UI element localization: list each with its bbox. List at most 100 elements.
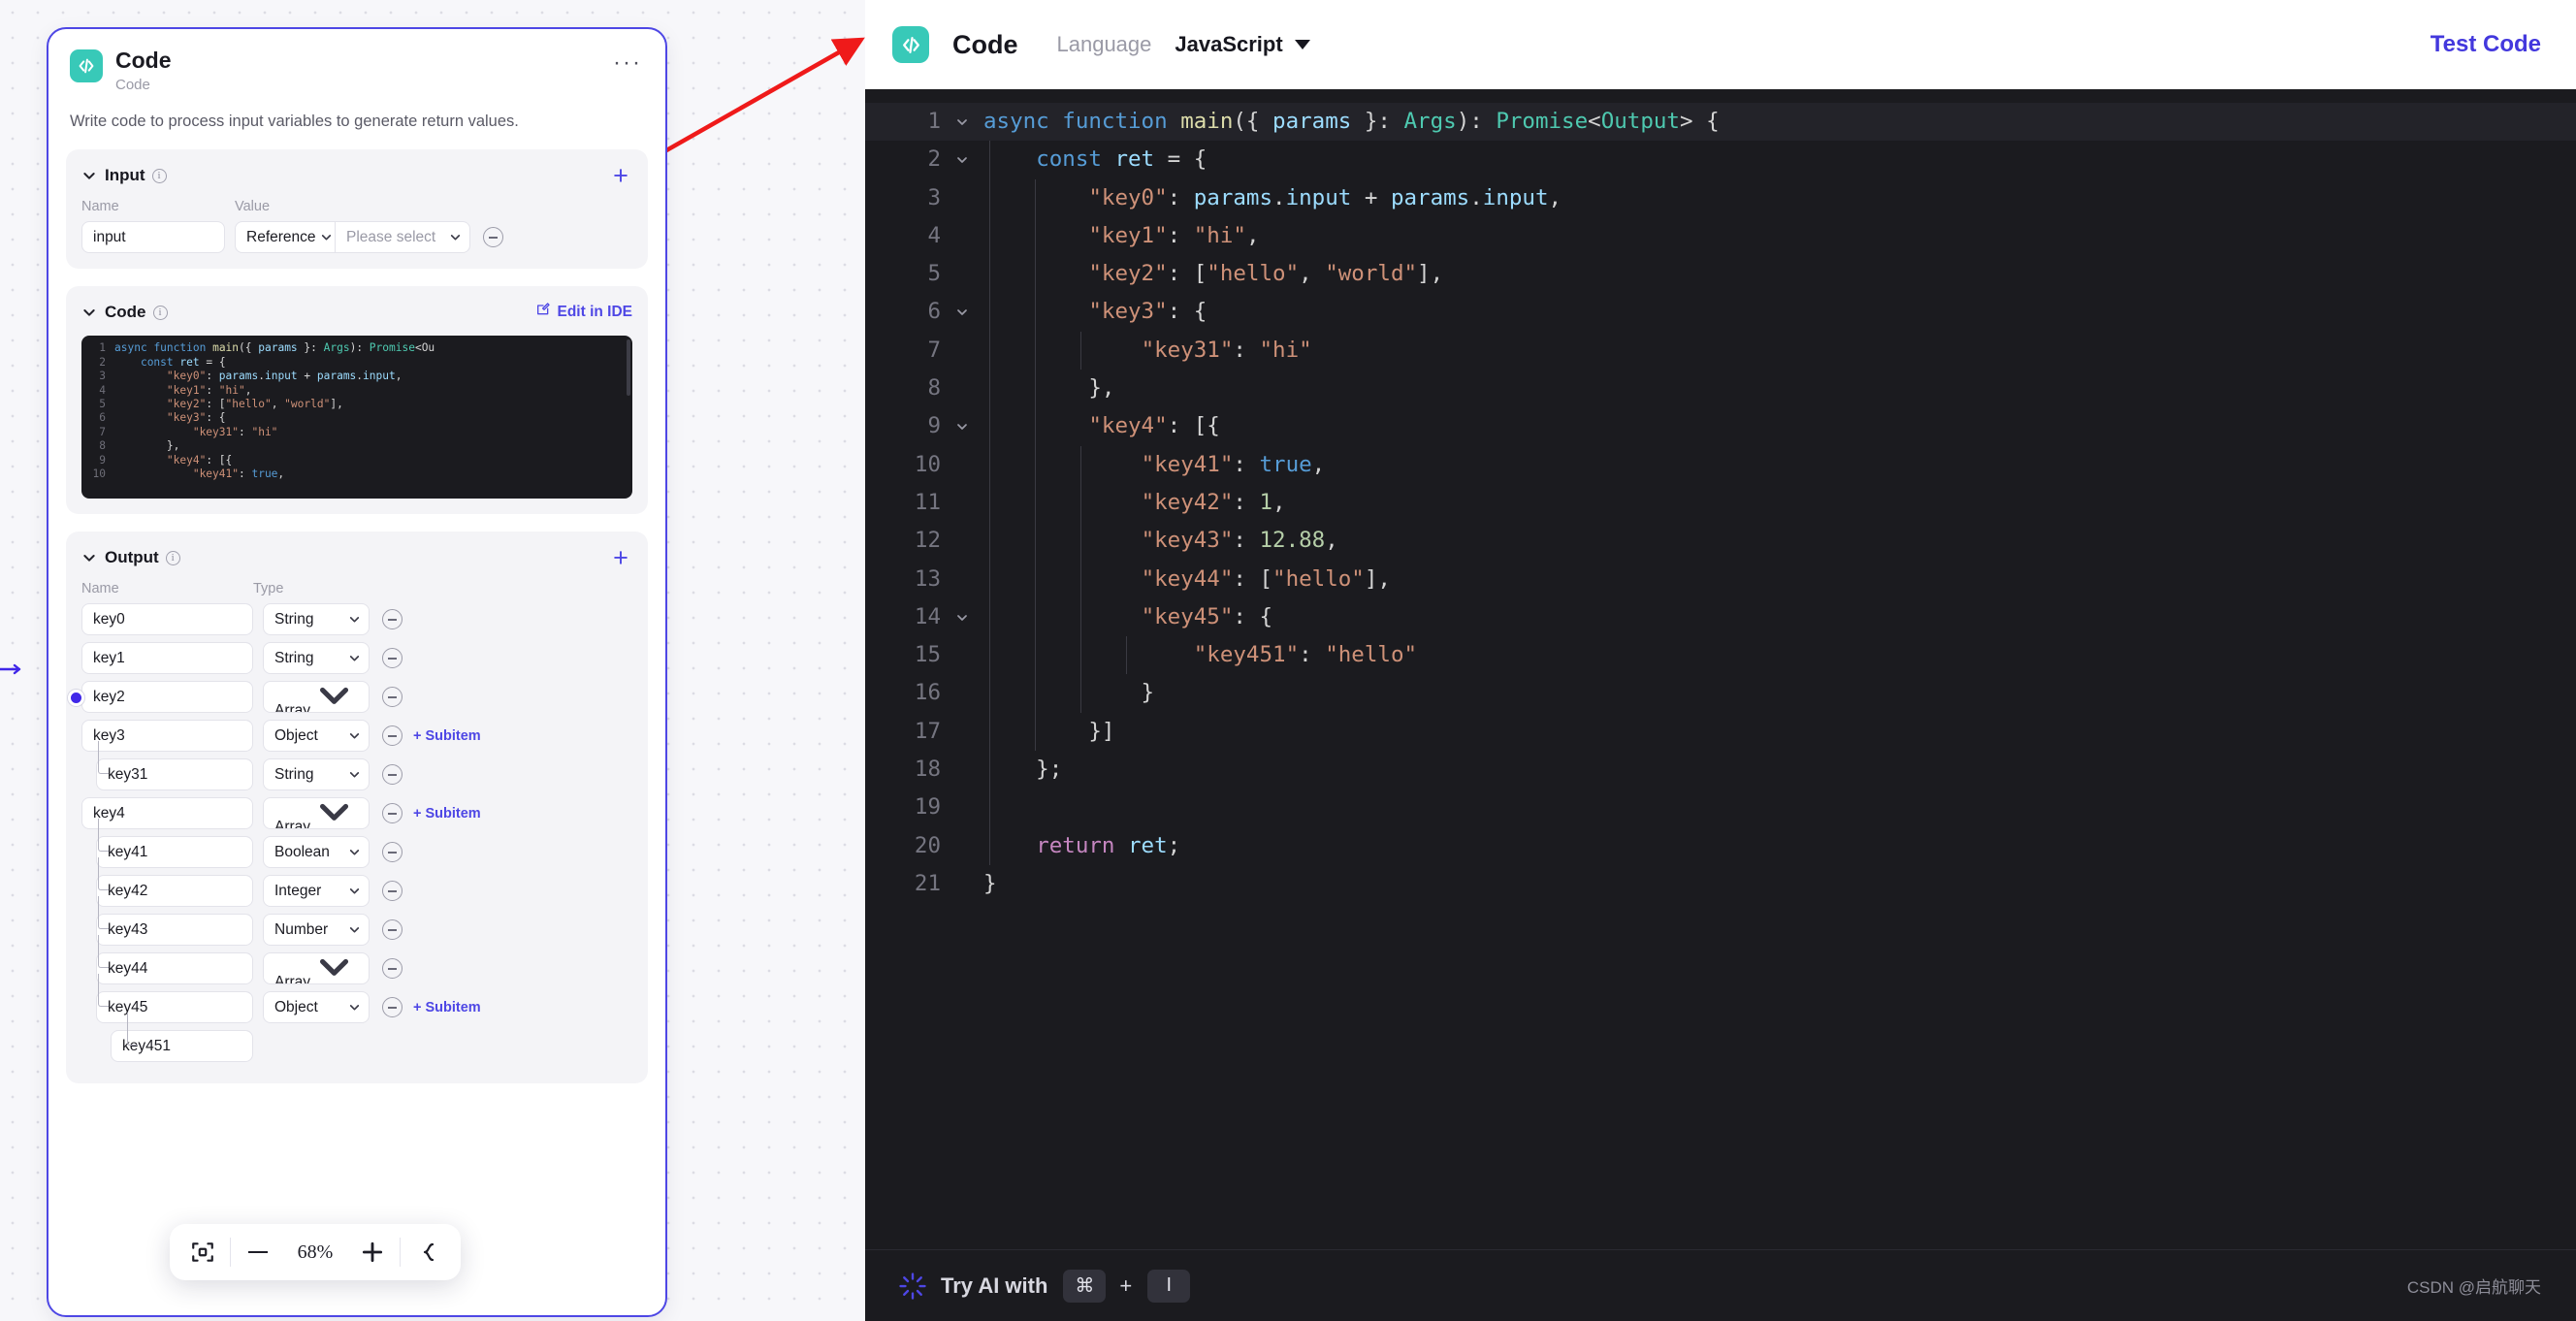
code-line[interactable]: 1 async function main({ params }: Args): … bbox=[865, 103, 2576, 142]
mini-code-scrollbar[interactable] bbox=[627, 339, 630, 397]
code-line[interactable]: 2 const ret = { bbox=[865, 141, 2576, 179]
output-name-field[interactable]: key42 bbox=[96, 875, 253, 908]
remove-output-button[interactable] bbox=[382, 997, 402, 1018]
code-line[interactable]: 8 }, bbox=[865, 370, 2576, 408]
code-line[interactable]: 20 return ret; bbox=[865, 826, 2576, 865]
code-line[interactable]: 6 "key3": { bbox=[865, 293, 2576, 332]
code-line[interactable]: 17 }] bbox=[865, 712, 2576, 752]
zoom-out-button[interactable] bbox=[231, 1224, 285, 1280]
input-value-select[interactable]: Please select bbox=[336, 221, 470, 254]
zoom-in-button[interactable] bbox=[345, 1224, 400, 1280]
output-type-select[interactable]: Integer bbox=[263, 875, 370, 908]
chevron-down-icon[interactable] bbox=[81, 168, 97, 183]
code-line[interactable]: 19 bbox=[865, 789, 2576, 827]
test-code-button[interactable]: Test Code bbox=[2431, 31, 2541, 58]
output-name-field[interactable]: key41 bbox=[96, 836, 253, 869]
output-type-select[interactable]: String bbox=[263, 642, 370, 675]
fit-screen-icon[interactable] bbox=[176, 1224, 230, 1280]
code-line[interactable]: 7 "key31": "hi" bbox=[865, 331, 2576, 371]
fold-chevron-icon[interactable] bbox=[941, 789, 983, 826]
output-type-select[interactable]: Array bbox=[263, 952, 370, 985]
output-name-field[interactable]: key2 bbox=[81, 681, 253, 714]
code-line[interactable]: 14 "key45": { bbox=[865, 597, 2576, 637]
chevron-down-icon[interactable] bbox=[81, 305, 97, 320]
output-type-select[interactable]: Array bbox=[263, 681, 370, 714]
output-name-field[interactable]: key45 bbox=[96, 991, 253, 1024]
add-subitem-button[interactable]: + Subitem bbox=[413, 1000, 481, 1015]
language-select[interactable]: JavaScript bbox=[1175, 32, 1310, 57]
add-input-button[interactable]: + bbox=[609, 163, 632, 189]
add-output-button[interactable]: + bbox=[609, 545, 632, 571]
output-type-select[interactable]: String bbox=[263, 758, 370, 791]
code-line[interactable]: 15 "key451": "hello" bbox=[865, 636, 2576, 675]
output-type-select[interactable]: Boolean bbox=[263, 836, 370, 869]
code-line[interactable]: 3 "key0": params.input + params.input, bbox=[865, 178, 2576, 217]
code-section-header[interactable]: Code i Edit in IDE bbox=[81, 300, 632, 325]
fold-chevron-icon[interactable] bbox=[941, 370, 983, 407]
output-name-field[interactable]: key31 bbox=[96, 758, 253, 791]
output-type-select[interactable]: Array bbox=[263, 797, 370, 830]
remove-output-button[interactable] bbox=[382, 842, 402, 863]
output-name-field[interactable]: key0 bbox=[81, 603, 253, 636]
fold-chevron-icon[interactable] bbox=[941, 561, 983, 598]
fold-chevron-icon[interactable] bbox=[941, 865, 983, 903]
fold-chevron-icon[interactable] bbox=[941, 522, 983, 560]
remove-input-button[interactable] bbox=[483, 227, 503, 248]
fold-chevron-icon[interactable] bbox=[941, 751, 983, 789]
fold-chevron-icon[interactable] bbox=[941, 407, 983, 445]
remove-output-button[interactable] bbox=[382, 764, 402, 786]
output-section-header[interactable]: Output i + bbox=[81, 545, 632, 571]
output-type-select[interactable]: Object bbox=[263, 991, 370, 1024]
output-type-select[interactable]: Number bbox=[263, 914, 370, 947]
output-name-field[interactable]: key44 bbox=[96, 952, 253, 985]
input-section-header[interactable]: Input i + bbox=[81, 163, 632, 189]
add-subitem-button[interactable]: + Subitem bbox=[413, 806, 481, 822]
fold-chevron-icon[interactable] bbox=[941, 446, 983, 484]
input-name-field[interactable]: input bbox=[81, 221, 225, 254]
node-input-port[interactable] bbox=[68, 690, 84, 706]
code-node-card[interactable]: ··· Code Code Write code to process inpu… bbox=[47, 27, 667, 1317]
fold-chevron-icon[interactable] bbox=[941, 598, 983, 636]
info-icon[interactable]: i bbox=[165, 550, 180, 565]
mini-code-preview[interactable]: 1 async function main({ params }: Args): … bbox=[81, 336, 632, 499]
output-type-select[interactable]: String bbox=[263, 603, 370, 636]
remove-output-button[interactable] bbox=[382, 958, 402, 980]
fold-chevron-icon[interactable] bbox=[941, 179, 983, 217]
output-name-field[interactable]: key43 bbox=[96, 914, 253, 947]
edit-in-ide-button[interactable]: Edit in IDE bbox=[535, 302, 632, 322]
fold-chevron-icon[interactable] bbox=[941, 217, 983, 255]
ai-hint-bar[interactable]: Try AI with ⌘ + I CSDN @启航聊天 bbox=[865, 1249, 2576, 1321]
info-icon[interactable]: i bbox=[152, 305, 168, 320]
remove-output-button[interactable] bbox=[382, 881, 402, 902]
remove-output-button[interactable] bbox=[382, 648, 402, 669]
node-more-menu[interactable]: ··· bbox=[609, 51, 646, 75]
info-icon[interactable]: i bbox=[151, 168, 167, 183]
output-type-select[interactable]: Object bbox=[263, 720, 370, 753]
remove-output-button[interactable] bbox=[382, 919, 402, 941]
code-editor[interactable]: 1 async function main({ params }: Args): … bbox=[865, 89, 2576, 1249]
code-line[interactable]: 12 "key43": 12.88, bbox=[865, 522, 2576, 561]
fold-chevron-icon[interactable] bbox=[941, 674, 983, 712]
fold-chevron-icon[interactable] bbox=[941, 141, 983, 178]
fold-chevron-icon[interactable] bbox=[941, 827, 983, 865]
code-line[interactable]: 9 "key4": [{ bbox=[865, 407, 2576, 446]
remove-output-button[interactable] bbox=[382, 609, 402, 630]
fold-chevron-icon[interactable] bbox=[941, 713, 983, 751]
code-line[interactable]: 18 }; bbox=[865, 751, 2576, 789]
code-line[interactable]: 4 "key1": "hi", bbox=[865, 216, 2576, 256]
code-line[interactable]: 13 "key44": ["hello"], bbox=[865, 560, 2576, 598]
fold-chevron-icon[interactable] bbox=[941, 332, 983, 370]
fold-chevron-icon[interactable] bbox=[941, 636, 983, 674]
input-kind-select[interactable]: Reference bbox=[235, 221, 336, 254]
output-name-field[interactable]: key1 bbox=[81, 642, 253, 675]
fold-chevron-icon[interactable] bbox=[941, 484, 983, 522]
fold-chevron-icon[interactable] bbox=[941, 293, 983, 331]
add-subitem-button[interactable]: + Subitem bbox=[413, 728, 481, 744]
auto-layout-icon[interactable] bbox=[401, 1224, 455, 1280]
remove-output-button[interactable] bbox=[382, 687, 402, 708]
code-line[interactable]: 10 "key41": true, bbox=[865, 445, 2576, 484]
zoom-toolbar[interactable]: 68% bbox=[170, 1224, 461, 1280]
code-line[interactable]: 21} bbox=[865, 865, 2576, 903]
code-line[interactable]: 11 "key42": 1, bbox=[865, 483, 2576, 523]
fold-chevron-icon[interactable] bbox=[941, 103, 983, 141]
